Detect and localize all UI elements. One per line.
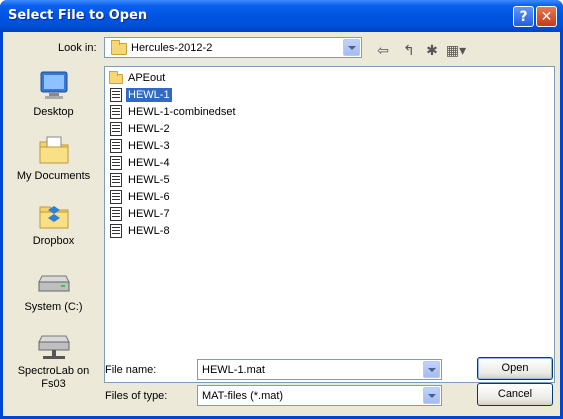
places-item[interactable]: SpectroLab on Fs03 [8, 328, 99, 391]
places-item-label: My Documents [16, 170, 91, 182]
file-name: HEWL-6 [128, 191, 170, 203]
places-item-label: Desktop [33, 106, 74, 118]
folder-icon [111, 40, 127, 55]
places-item-label: SpectroLab on Fs03 [17, 365, 90, 390]
file-type-label: Files of type: [105, 390, 168, 402]
file-name: HEWL-1 [126, 88, 172, 102]
file-name: HEWL-1-combinedset [128, 106, 236, 118]
look-in-label: Look in: [58, 42, 97, 54]
file-list-item[interactable]: HEWL-1-combinedset [108, 104, 238, 120]
file-name-value: HEWL-1.mat [202, 364, 265, 376]
mat-file-icon [108, 206, 124, 222]
file-type-dropdown[interactable]: MAT-files (*.mat) [197, 385, 442, 406]
new-folder-icon[interactable]: ✱ [423, 41, 441, 59]
open-file-dialog: Select File to Open ? ✕ Look in: Hercule… [0, 0, 563, 419]
file-list-item[interactable]: HEWL-7 [108, 206, 172, 222]
mat-file-icon [108, 87, 124, 103]
mat-file-icon [108, 155, 124, 171]
mat-file-icon [108, 172, 124, 188]
network-drive-icon [37, 328, 71, 362]
file-name: HEWL-3 [128, 140, 170, 152]
cancel-button[interactable]: Cancel [477, 383, 553, 406]
back-icon[interactable]: ⇦ [374, 41, 392, 59]
file-name: HEWL-8 [128, 225, 170, 237]
mat-file-icon [108, 121, 124, 137]
places-item[interactable]: System (C:) [8, 264, 99, 314]
chevron-down-icon[interactable] [343, 39, 360, 56]
up-one-level-icon[interactable]: ↰ [400, 41, 418, 59]
file-list-item[interactable]: HEWL-2 [108, 121, 172, 137]
file-name-input[interactable]: HEWL-1.mat [197, 359, 442, 380]
window-title: Select File to Open [8, 8, 148, 23]
file-list-item[interactable]: APEout [108, 70, 167, 86]
drive-icon [37, 264, 71, 298]
file-list-item[interactable]: HEWL-1 [108, 87, 172, 103]
file-name: HEWL-4 [128, 157, 170, 169]
folder-icon [108, 70, 124, 86]
open-button[interactable]: Open [477, 357, 553, 380]
places-item[interactable]: Desktop [8, 69, 99, 119]
file-name: HEWL-2 [128, 123, 170, 135]
file-name: HEWL-7 [128, 208, 170, 220]
places-item[interactable]: Dropbox [8, 198, 99, 248]
mat-file-icon [108, 223, 124, 239]
dialog-body: Look in: Hercules-2012-2 ⇦ ↰ ✱ ▦▾ Desktop My… [3, 32, 560, 416]
file-list-item[interactable]: HEWL-6 [108, 189, 172, 205]
view-menu-icon[interactable]: ▦▾ [446, 41, 466, 59]
chevron-down-icon[interactable] [423, 387, 440, 404]
file-type-value: MAT-files (*.mat) [202, 390, 284, 402]
mat-file-icon [108, 104, 124, 120]
help-button[interactable]: ? [513, 6, 534, 27]
file-list-item[interactable]: HEWL-3 [108, 138, 172, 154]
places-item[interactable]: My Documents [8, 133, 99, 183]
mat-file-icon [108, 189, 124, 205]
file-list[interactable]: APEout HEWL-1 HEWL-1-combinedset HEWL-2 HEWL… [104, 66, 555, 383]
file-list-item[interactable]: HEWL-8 [108, 223, 172, 239]
title-bar[interactable]: Select File to Open ? ✕ [0, 0, 563, 32]
chevron-down-icon[interactable] [423, 361, 440, 378]
look-in-value: Hercules-2012-2 [131, 42, 213, 54]
file-name: APEout [128, 72, 166, 84]
desktop-icon [37, 69, 71, 103]
places-item-label: Dropbox [32, 235, 75, 247]
file-list-item[interactable]: HEWL-4 [108, 155, 172, 171]
dropbox-icon [37, 198, 71, 232]
file-list-item[interactable]: HEWL-5 [108, 172, 172, 188]
mat-file-icon [108, 138, 124, 154]
my-documents-icon [37, 133, 71, 167]
file-name-label: File name: [105, 364, 157, 376]
places-bar: Desktop My Documents Dropbox System (C:) Spe… [8, 64, 99, 414]
close-button[interactable]: ✕ [536, 6, 557, 27]
places-item-label: System (C:) [24, 301, 83, 313]
file-name: HEWL-5 [128, 174, 170, 186]
look-in-dropdown[interactable]: Hercules-2012-2 [104, 37, 362, 58]
